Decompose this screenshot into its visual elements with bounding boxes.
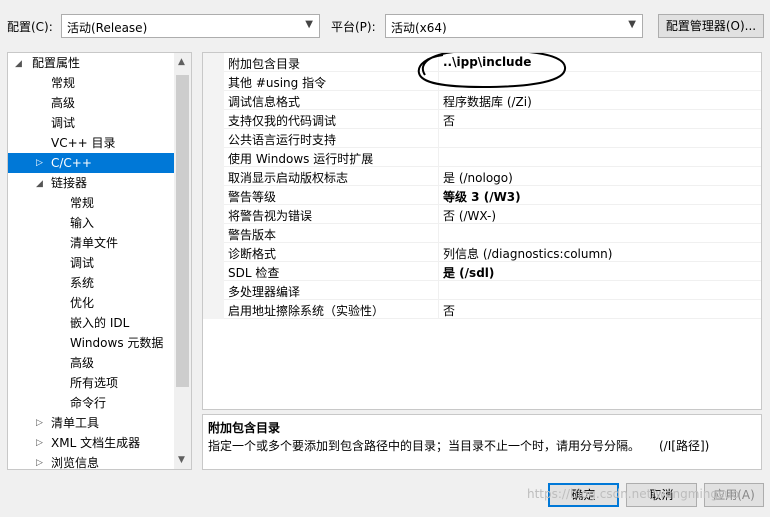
tree-item-linker-input[interactable]: 输入 [70,213,94,233]
tree-item-linker-embedded-idl[interactable]: 嵌入的 IDL [70,313,129,333]
property-name: 支持仅我的代码调试 [228,114,337,128]
property-grid[interactable]: 附加包含目录 ..\ipp\include 其他 #using 指令 调试信息格… [202,52,762,410]
chevron-down-icon: ▼ [305,19,313,30]
tree-item-linker-all-options[interactable]: 所有选项 [70,373,118,393]
tree-item-linker-optimization[interactable]: 优化 [70,293,94,313]
scroll-down-icon[interactable]: ▼ [178,455,185,465]
tree-item-browse-info[interactable]: 浏览信息 [51,453,99,469]
description-text: 指定一个或多个要添加到包含路径中的目录；当目录不止一个时，请用分号分隔。 [208,439,641,453]
expanded-triangle-icon[interactable]: ◢ [36,179,43,189]
platform-value: 活动(x64) [391,21,447,35]
tree-item-xml-doc-generator[interactable]: XML 文档生成器 [51,433,140,453]
property-row[interactable]: 将警告视为错误 否 (/WX-) [203,205,761,224]
chevron-down-icon: ▼ [628,19,636,30]
tree-item-debugging[interactable]: 调试 [51,113,75,133]
property-value[interactable]: 否 [443,112,455,129]
platform-label: 平台(P): [331,20,376,34]
tree-item-linker-advanced[interactable]: 高级 [70,353,94,373]
property-tree[interactable]: ◢ 配置属性 常规 高级 调试 VC++ 目录 ▷ C/C++ ◢ 链接器 常规… [7,52,192,470]
property-name: 警告版本 [228,228,277,242]
property-row[interactable]: 支持仅我的代码调试 否 [203,110,761,129]
tree-item-linker-manifest[interactable]: 清单文件 [70,233,118,253]
property-name: 多处理器编译 [228,285,301,299]
property-value[interactable]: 是 (/nologo) [443,169,513,186]
property-name: 诊断格式 [228,247,277,261]
platform-dropdown[interactable]: 活动(x64) ▼ [385,14,643,38]
property-row[interactable]: 警告版本 [203,224,761,243]
config-dropdown[interactable]: 活动(Release) ▼ [61,14,320,38]
property-row[interactable]: 诊断格式 列信息 (/diagnostics:column) [203,243,761,262]
property-value[interactable]: 是 (/sdl) [443,264,494,281]
property-value[interactable]: 列信息 (/diagnostics:column) [443,245,612,262]
annotation-circle [417,53,566,89]
tree-item-general[interactable]: 常规 [51,73,75,93]
collapsed-triangle-icon[interactable]: ▷ [36,438,43,448]
property-name: SDL 检查 [228,266,280,280]
property-row[interactable]: SDL 检查 是 (/sdl) [203,262,761,281]
property-name: 使用 Windows 运行时扩展 [228,152,374,166]
tree-item-linker-debugging[interactable]: 调试 [70,253,94,273]
tree-item-cpp-label: C/C++ [51,156,92,170]
description-pane: 附加包含目录 指定一个或多个要添加到包含路径中的目录；当目录不止一个时，请用分号… [202,414,762,470]
collapsed-triangle-icon[interactable]: ▷ [36,153,43,173]
property-name: 警告等级 [228,190,277,204]
tree-item-cpp[interactable]: ▷ C/C++ [8,153,174,173]
description-switch: (/I[路径]) [659,439,710,453]
property-value[interactable]: 等级 3 (/W3) [443,188,521,205]
config-value: 活动(Release) [67,21,148,35]
property-name: 启用地址擦除系统（实验性） [228,304,385,318]
tree-item-linker[interactable]: 链接器 [51,173,87,193]
tree-item-linker-system[interactable]: 系统 [70,273,94,293]
property-name: 取消显示启动版权标志 [228,171,349,185]
property-row[interactable]: 多处理器编译 [203,281,761,300]
property-value[interactable]: 否 (/WX-) [443,207,496,224]
expanded-triangle-icon[interactable]: ◢ [15,59,22,69]
tree-item-linker-general[interactable]: 常规 [70,193,94,213]
property-name: 将警告视为错误 [228,209,313,223]
property-value[interactable]: 否 [443,302,455,319]
collapsed-triangle-icon[interactable]: ▷ [36,418,43,428]
property-name: 其他 #using 指令 [228,76,327,90]
tree-item-linker-windows-metadata[interactable]: Windows 元数据 [70,333,163,353]
config-manager-button[interactable]: 配置管理器(O)... [658,14,764,38]
property-row[interactable]: 使用 Windows 运行时扩展 [203,148,761,167]
tree-scrollbar[interactable]: ▲ ▼ [174,53,191,469]
property-row[interactable]: 取消显示启动版权标志 是 (/nologo) [203,167,761,186]
collapsed-triangle-icon[interactable]: ▷ [36,458,43,468]
watermark: https://blog.csdn.net/wangmingsuo [527,487,740,501]
scroll-up-icon[interactable]: ▲ [178,57,185,67]
property-row[interactable]: 启用地址擦除系统（实验性） 否 [203,300,761,319]
property-row[interactable]: 公共语言运行时支持 [203,129,761,148]
property-value[interactable]: 程序数据库 (/Zi) [443,93,532,110]
scrollbar-thumb[interactable] [176,75,189,387]
tree-item-linker-command-line[interactable]: 命令行 [70,393,106,413]
config-label: 配置(C): [7,20,53,34]
property-name: 附加包含目录 [228,57,301,71]
property-row[interactable]: 警告等级 等级 3 (/W3) [203,186,761,205]
property-name: 调试信息格式 [228,95,301,109]
tree-item-advanced[interactable]: 高级 [51,93,75,113]
description-title: 附加包含目录 [208,421,281,435]
tree-item-manifest-tool[interactable]: 清单工具 [51,413,99,433]
property-name: 公共语言运行时支持 [228,133,337,147]
tree-root[interactable]: 配置属性 [32,53,80,73]
tree-item-vc-directories[interactable]: VC++ 目录 [51,133,116,153]
property-row[interactable]: 调试信息格式 程序数据库 (/Zi) [203,91,761,110]
